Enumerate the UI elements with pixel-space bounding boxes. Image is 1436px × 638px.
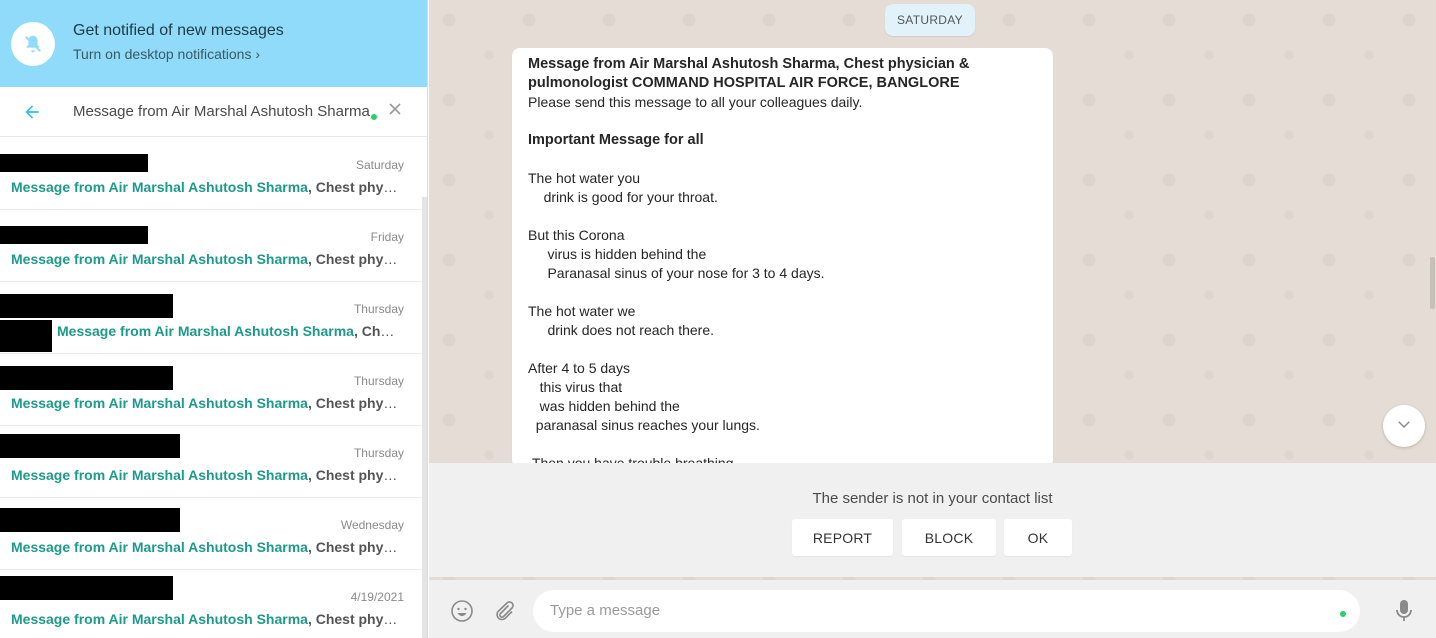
- bubble-tail: [512, 48, 515, 58]
- result-date: Wednesday: [340, 518, 404, 532]
- back-arrow-icon[interactable]: [22, 102, 42, 127]
- day-chip: SATURDAY: [885, 4, 975, 36]
- result-snippet: Message from Air Marshal Ashutosh Sharma…: [11, 179, 399, 195]
- conversation-pane: SATURDAY Message from Air Marshal Ashuto…: [429, 0, 1436, 638]
- scrollbar[interactable]: [1430, 257, 1435, 309]
- block-button[interactable]: BLOCK: [902, 519, 996, 556]
- result-date: Saturday: [355, 158, 404, 172]
- result-snippet: Message from Air Marshal Ashutosh Sharma…: [11, 539, 399, 555]
- redacted-block: [0, 154, 148, 172]
- scroll-down-button[interactable]: [1383, 405, 1425, 447]
- ok-button[interactable]: OK: [1004, 519, 1072, 556]
- notification-title: Get notified of new messages: [73, 22, 284, 39]
- scrollbar[interactable]: [422, 197, 427, 638]
- message-bubble[interactable]: Message from Air Marshal Ashutosh Sharma…: [512, 48, 1053, 468]
- list-item[interactable]: 4/19/2021 Message from Air Marshal Ashut…: [0, 570, 422, 638]
- search-results-list: Saturday Message from Air Marshal Ashuto…: [0, 138, 422, 638]
- result-date: Friday: [370, 230, 404, 244]
- report-button[interactable]: REPORT: [792, 519, 893, 556]
- redacted-block: [0, 434, 180, 458]
- message-body: The hot water you drink is good for your…: [528, 170, 825, 468]
- result-date: 4/19/2021: [350, 590, 404, 604]
- status-dot: [1340, 611, 1346, 617]
- result-snippet: Message from Air Marshal Ashutosh Sharma…: [11, 611, 399, 627]
- chat-list-pane: Get notified of new messages Turn on des…: [0, 0, 428, 638]
- message-line: Please send this message to all your col…: [528, 94, 863, 110]
- search-input[interactable]: Message from Air Marshal Ashutosh Sharma: [73, 103, 378, 120]
- notification-banner[interactable]: Get notified of new messages Turn on des…: [0, 0, 427, 87]
- message-important: Important Message for all: [528, 132, 704, 148]
- result-date: Thursday: [353, 446, 404, 460]
- redacted-block: [0, 226, 148, 244]
- emoji-icon[interactable]: [450, 599, 474, 628]
- unknown-sender-panel: The sender is not in your contact list R…: [429, 463, 1436, 577]
- bell-off-icon: [11, 22, 55, 66]
- result-snippet: Message from Air Marshal Ashutosh Sharma…: [11, 251, 399, 267]
- search-bar: Message from Air Marshal Ashutosh Sharma: [0, 87, 427, 137]
- message-composer: Type a message: [429, 580, 1436, 638]
- message-heading: Message from Air Marshal Ashutosh Sharma…: [528, 56, 974, 91]
- redacted-block: [0, 366, 173, 390]
- attach-icon[interactable]: [492, 599, 516, 628]
- list-item[interactable]: Thursday Message from Air Marshal Ashuto…: [0, 354, 422, 426]
- redacted-block: [0, 320, 52, 352]
- message-placeholder: Type a message: [550, 602, 661, 619]
- list-item[interactable]: Thursday Message from Air Marshal Ashuto…: [0, 282, 422, 354]
- message-input[interactable]: Type a message: [533, 590, 1360, 632]
- typing-dot: [371, 114, 377, 120]
- close-icon[interactable]: [387, 101, 403, 122]
- result-date: Thursday: [353, 302, 404, 316]
- list-item[interactable]: Saturday Message from Air Marshal Ashuto…: [0, 138, 422, 210]
- list-item[interactable]: Wednesday Message from Air Marshal Ashut…: [0, 498, 422, 570]
- unknown-sender-text: The sender is not in your contact list: [812, 490, 1053, 507]
- result-snippet: Message from Air Marshal Ashutosh Sharma…: [11, 467, 399, 483]
- redacted-block: [0, 576, 173, 600]
- result-date: Thursday: [353, 374, 404, 388]
- result-snippet: Message from Air Marshal Ashutosh Sharma…: [57, 323, 395, 339]
- microphone-icon[interactable]: [1395, 599, 1413, 628]
- chevron-down-icon: [1395, 415, 1413, 438]
- notification-link[interactable]: Turn on desktop notifications ›: [73, 46, 260, 62]
- result-snippet: Message from Air Marshal Ashutosh Sharma…: [11, 395, 399, 411]
- list-item[interactable]: Friday Message from Air Marshal Ashutosh…: [0, 210, 422, 282]
- redacted-block: [0, 508, 180, 532]
- list-item[interactable]: Thursday Message from Air Marshal Ashuto…: [0, 426, 422, 498]
- redacted-block: [0, 294, 173, 318]
